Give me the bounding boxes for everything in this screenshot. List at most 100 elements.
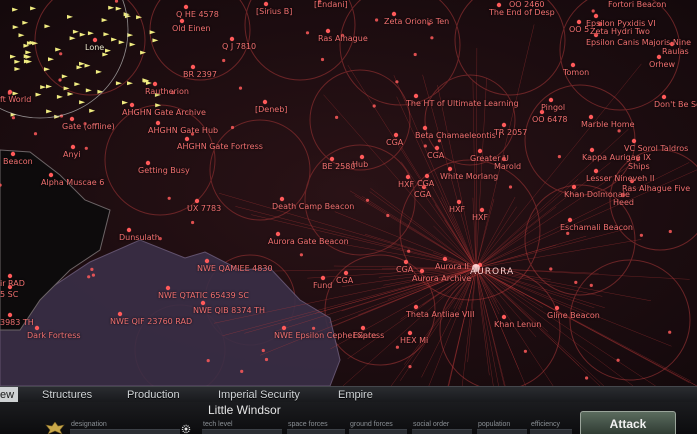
planet-dot[interactable] — [372, 104, 376, 108]
map-label[interactable]: Dunsulath — [119, 233, 160, 242]
map-label[interactable]: HXF — [449, 205, 465, 214]
planet-dot[interactable] — [571, 184, 577, 190]
map-label[interactable]: Zeta Hydri Two — [590, 27, 650, 36]
planet-dot[interactable] — [10, 151, 16, 157]
map-label[interactable]: Death Camp Beacon — [272, 202, 354, 211]
planet-dot[interactable] — [264, 357, 269, 362]
planet-dot[interactable] — [656, 54, 662, 60]
planet-dot[interactable] — [229, 36, 235, 42]
planet-dot[interactable] — [84, 146, 88, 150]
tab-overview[interactable]: ew — [0, 387, 19, 403]
planet-dot[interactable] — [7, 273, 13, 279]
planet-dot[interactable] — [554, 305, 560, 311]
map-label[interactable]: Aurora Gate Beacon — [268, 237, 349, 246]
planet-dot[interactable] — [405, 174, 411, 180]
planet-dot[interactable] — [48, 172, 54, 178]
planet-dot[interactable] — [305, 31, 310, 35]
planet-dot[interactable] — [508, 185, 513, 189]
map-label[interactable]: NWE QIF 23760 RAD — [110, 317, 192, 326]
planet-dot[interactable] — [391, 11, 397, 17]
planet-dot[interactable] — [58, 78, 62, 82]
planet-dot[interactable] — [360, 325, 366, 331]
planet-dot[interactable] — [548, 97, 554, 103]
planet-dot[interactable] — [395, 80, 399, 84]
planet-dot[interactable] — [70, 144, 76, 150]
planet-dot[interactable] — [329, 156, 335, 162]
map-label[interactable]: Old Einen — [172, 24, 210, 33]
map-label[interactable]: Aurora Archive — [412, 274, 471, 283]
planet-dot[interactable] — [204, 258, 210, 264]
planet-dot[interactable] — [591, 9, 595, 13]
map-label[interactable]: Dark Fortress — [27, 331, 81, 340]
map-label[interactable]: HXF — [398, 180, 414, 189]
tab-imperial-security[interactable]: Imperial Security — [218, 387, 300, 403]
planet-dot[interactable] — [7, 312, 13, 318]
map-label[interactable]: OO 6478 — [532, 115, 568, 124]
planet-dot[interactable] — [281, 325, 287, 331]
map-label[interactable]: Gline Beacon — [547, 311, 600, 320]
planet-dot[interactable] — [434, 145, 440, 151]
map-label[interactable]: Anyi — [63, 150, 81, 159]
map-label[interactable]: Ras Alhague — [318, 34, 368, 43]
map-label[interactable]: The End of Desp — [489, 8, 555, 17]
map-label[interactable]: ft World — [0, 95, 31, 104]
planet-dot[interactable] — [365, 198, 370, 202]
map-label[interactable]: Don't Be Sch — [654, 100, 697, 109]
map-label[interactable]: CGA — [386, 138, 403, 147]
planet-dot[interactable] — [588, 114, 594, 120]
planet-dot[interactable] — [549, 267, 553, 271]
planet-dot[interactable] — [190, 64, 196, 70]
planet-dot[interactable] — [593, 168, 599, 174]
planet-dot[interactable] — [407, 249, 411, 253]
map-label[interactable]: Rautherion — [145, 87, 189, 96]
map-label[interactable]: Zeta Orionis Ten — [384, 17, 449, 26]
map-label[interactable]: Theta Antliae VIII — [406, 310, 475, 319]
planet-dot[interactable] — [403, 259, 409, 265]
map-label[interactable]: Raulas — [662, 47, 689, 56]
planet-dot[interactable] — [129, 102, 135, 108]
map-label[interactable]: NWE QTATIC 65439 SC — [158, 291, 249, 300]
planet-dot[interactable] — [262, 99, 268, 105]
planet-dot[interactable] — [261, 348, 265, 353]
map-label[interactable]: UX 7783 — [187, 204, 221, 213]
map-label[interactable]: Orhew — [649, 60, 675, 69]
map-label[interactable]: Heed — [613, 198, 634, 207]
planet-dot[interactable] — [240, 369, 244, 373]
planet-dot[interactable] — [87, 275, 91, 279]
map-label[interactable]: [Endani] — [314, 0, 348, 9]
map-label[interactable]: Fortori Beacon — [608, 0, 666, 9]
map-label[interactable]: Eschamali Beacon — [560, 223, 633, 232]
map-label[interactable]: CGA — [396, 265, 413, 274]
map-label[interactable]: CGA — [417, 179, 434, 188]
planet-dot[interactable] — [570, 62, 576, 68]
map-label[interactable]: Marble Home — [581, 120, 634, 129]
map-label[interactable]: Q HE 4578 — [176, 10, 219, 19]
map-label[interactable]: Marold — [494, 162, 521, 171]
map-label[interactable]: CGA — [336, 276, 353, 285]
map-label[interactable]: Hub — [352, 160, 368, 169]
map-label[interactable]: AHGHN Gate Hub — [148, 126, 218, 135]
map-label[interactable]: AHGHN Gate Archive — [122, 108, 206, 117]
planet-dot[interactable] — [413, 52, 417, 57]
planet-dot[interactable] — [200, 300, 206, 306]
planet-dot[interactable] — [386, 213, 390, 218]
planet-dot[interactable] — [413, 304, 419, 310]
planet-dot[interactable] — [152, 81, 158, 87]
planet-dot[interactable] — [496, 2, 502, 8]
map-label[interactable]: Ships — [628, 162, 650, 171]
planet-dot[interactable] — [668, 330, 672, 334]
planet-dot[interactable] — [206, 359, 210, 363]
planet-dot[interactable] — [430, 36, 434, 40]
planet-dot[interactable] — [359, 154, 365, 160]
planet-dot[interactable] — [447, 166, 453, 172]
planet-dot[interactable] — [442, 256, 448, 262]
planet-dot[interactable] — [477, 148, 483, 154]
planet-dot[interactable] — [167, 196, 171, 200]
planet-dot[interactable] — [617, 129, 621, 133]
planet-dot[interactable] — [456, 199, 462, 205]
map-label[interactable]: Beacon — [3, 157, 33, 166]
map-label[interactable]: NWE QIB 8374 TH — [193, 306, 265, 315]
planet-dot[interactable] — [566, 231, 570, 235]
planet-dot[interactable] — [90, 267, 94, 271]
map-label[interactable]: [Sirius B] — [256, 7, 292, 16]
